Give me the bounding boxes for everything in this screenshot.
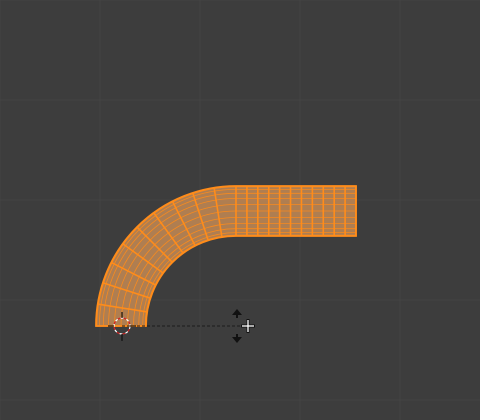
mesh-face-fill [96,186,356,326]
viewport-canvas[interactable] [0,0,480,420]
bent-tube-mesh[interactable] [95,185,357,327]
3d-viewport[interactable] [0,0,480,420]
crosshair-icon [241,319,255,333]
